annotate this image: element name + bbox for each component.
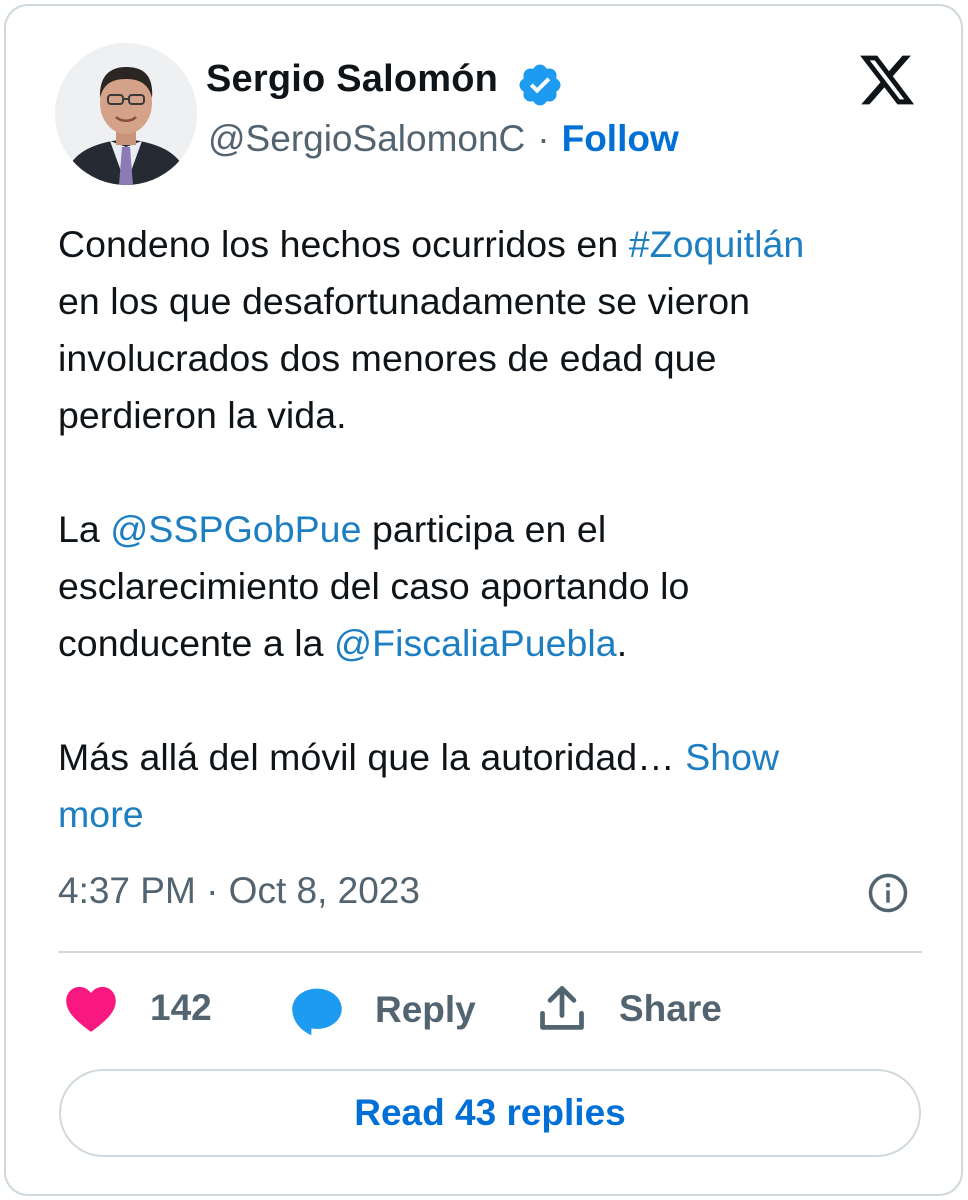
- reply-label: Reply: [375, 989, 476, 1030]
- heart-icon: [66, 986, 116, 1032]
- info-icon[interactable]: [867, 872, 909, 914]
- tweet-line: involucrados dos menores de edad que: [58, 337, 717, 379]
- profile-photo: [55, 43, 197, 185]
- tweet-line: La @SSPGobPue participa en el: [58, 508, 607, 550]
- divider: [58, 951, 922, 953]
- tweet-text: Condeno los hechos ocurridos en #Zoquitl…: [58, 216, 928, 843]
- read-replies-label: Read 43 replies: [354, 1092, 626, 1133]
- avatar[interactable]: [55, 43, 197, 185]
- follow-button[interactable]: Follow: [562, 118, 679, 160]
- tweet-line: esclarecimiento del caso aportando lo: [58, 565, 690, 607]
- reply-button[interactable]: Reply: [289, 983, 476, 1037]
- hashtag-link[interactable]: #Zoquitlán: [629, 223, 805, 265]
- handle-row: @SergioSalomonC · Follow: [208, 118, 679, 160]
- tweet-line: more: [58, 786, 928, 843]
- show-more-link[interactable]: more: [58, 793, 144, 835]
- share-button[interactable]: Share: [536, 983, 722, 1035]
- tweet-line: perdieron la vida.: [58, 394, 347, 436]
- tweet-line: conducente a la @FiscaliaPuebla.: [58, 622, 628, 664]
- tweet-line: Más allá del móvil que la autoridad… Sho…: [58, 736, 780, 778]
- tweet-card: Sergio Salomón @SergioSalomonC · Follow …: [4, 4, 963, 1196]
- verified-badge-icon: [519, 64, 561, 106]
- like-count: 142: [150, 987, 212, 1028]
- show-more-link[interactable]: Show: [685, 736, 779, 778]
- timestamp[interactable]: 4:37 PM · Oct 8, 2023: [58, 870, 420, 912]
- author-handle[interactable]: @SergioSalomonC: [208, 118, 525, 160]
- tweet-line: en los que desafortunadamente se vieron: [58, 280, 751, 322]
- reply-bubble-icon: [292, 988, 342, 1036]
- read-replies-button[interactable]: Read 43 replies: [59, 1069, 921, 1157]
- mention-link[interactable]: @SSPGobPue: [110, 508, 361, 550]
- mention-link[interactable]: @FiscaliaPuebla: [334, 622, 617, 664]
- share-label: Share: [619, 988, 722, 1029]
- author-name[interactable]: Sergio Salomón: [206, 58, 498, 101]
- separator-dot: ·: [537, 118, 550, 159]
- tweet-line: Condeno los hechos ocurridos en #Zoquitl…: [58, 223, 805, 265]
- like-button[interactable]: 142: [64, 983, 212, 1033]
- share-upload-icon: [540, 986, 584, 1030]
- x-logo-icon[interactable]: [855, 50, 919, 110]
